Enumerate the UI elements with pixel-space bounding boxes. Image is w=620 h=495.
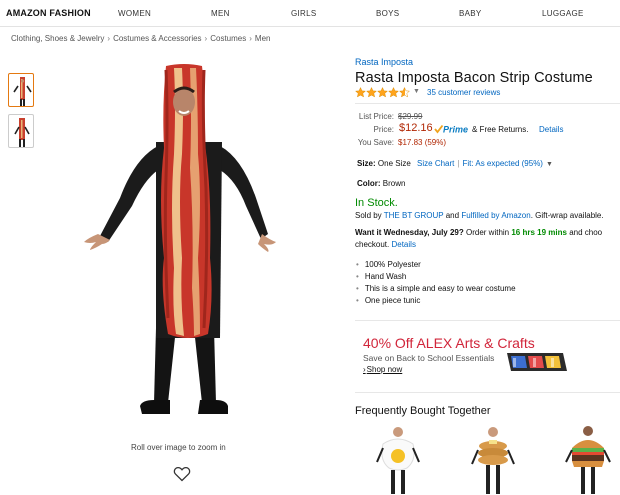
- star-icon: [388, 87, 399, 98]
- returns-details-link[interactable]: Details: [539, 125, 563, 134]
- nav-women[interactable]: WOMEN: [118, 9, 151, 18]
- brand-link[interactable]: Rasta Imposta: [355, 57, 413, 67]
- product-main-image[interactable]: [80, 58, 290, 428]
- nav-men[interactable]: MEN: [211, 9, 230, 18]
- size-label: Size:: [357, 159, 376, 168]
- separator: |: [457, 159, 460, 168]
- costume-thumbnail-image: [13, 77, 32, 106]
- sold-by-line: Sold by THE BT GROUP and Fulfilled by Am…: [355, 211, 604, 220]
- delivery-order: Order within: [466, 228, 510, 237]
- prime-badge-icon: Prime: [434, 125, 468, 135]
- divider: [355, 103, 620, 104]
- breadcrumb-costumes[interactable]: Costumes: [210, 34, 246, 43]
- rating-stars[interactable]: [355, 87, 410, 98]
- ad-product-image[interactable]: [505, 349, 567, 375]
- feature-bullet: • One piece tunic: [356, 296, 421, 305]
- nav-luggage[interactable]: LUGGAGE: [542, 9, 584, 18]
- customer-reviews-link[interactable]: 35 customer reviews: [427, 88, 500, 97]
- breadcrumb-separator: ›: [249, 34, 252, 43]
- nav-boys[interactable]: BOYS: [376, 9, 399, 18]
- delivery-countdown: 16 hrs 19 mins: [511, 228, 567, 237]
- size-value: One Size: [377, 159, 411, 168]
- breadcrumb-costumes-accessories[interactable]: Costumes & Accessories: [113, 34, 201, 43]
- fbt-egg-costume-image[interactable]: [373, 424, 423, 495]
- top-nav: AMAZON FASHION WOMEN MEN GIRLS BOYS BABY…: [0, 0, 620, 27]
- feature-bullet: • Hand Wash: [356, 272, 407, 281]
- star-icon: [377, 87, 388, 98]
- star-half-icon: [399, 87, 410, 98]
- size-chart-link[interactable]: Size Chart: [417, 159, 454, 168]
- delivery-info: Want it Wednesday, July 29? Order within…: [355, 227, 602, 251]
- delivery-want: Want it Wednesday, July 29?: [355, 228, 464, 237]
- chevron-down-icon[interactable]: ▼: [413, 88, 420, 95]
- thumbnail-side[interactable]: [8, 114, 34, 148]
- seller-link[interactable]: THE BT GROUP: [384, 211, 444, 220]
- feature-bullet: • This is a simple and easy to wear costu…: [356, 284, 516, 293]
- star-icon: [355, 87, 366, 98]
- stock-status: In Stock.: [355, 197, 398, 209]
- you-save-label: You Save:: [357, 138, 394, 147]
- fbt-pancake-costume-image[interactable]: [468, 424, 518, 495]
- breadcrumb-separator: ›: [204, 34, 208, 43]
- nav-girls[interactable]: GIRLS: [291, 9, 317, 18]
- breadcrumb: Clothing, Shoes & Jewelry › Costumes & Acc…: [11, 34, 270, 43]
- sold-by-prefix: Sold by: [355, 211, 382, 220]
- divider: [355, 392, 620, 393]
- ad-subtext: Save on Back to School Essentials: [363, 353, 495, 363]
- delivery-details-link[interactable]: Details: [391, 240, 415, 249]
- fulfilled-by-amazon-link[interactable]: Fulfilled by Amazon: [461, 211, 530, 220]
- list-price-value: $29.99: [398, 112, 423, 121]
- thumbnail-front[interactable]: [8, 73, 34, 107]
- sold-by-mid: and: [445, 211, 460, 220]
- feature-bullet: • 100% Polyester: [356, 260, 421, 269]
- amazon-fashion-logo[interactable]: AMAZON FASHION: [6, 8, 91, 18]
- zoom-hint: Roll over image to zoom in: [131, 443, 226, 452]
- shop-now-link[interactable]: ›Shop now: [363, 365, 402, 374]
- color-label: Color:: [357, 179, 381, 188]
- frequently-bought-title: Frequently Bought Together: [355, 405, 491, 417]
- prime-label: Prime: [443, 125, 468, 135]
- color-row: Color: Brown: [357, 179, 405, 188]
- savings-value: $17.83 (59%): [398, 138, 447, 147]
- nav-baby[interactable]: BABY: [459, 9, 482, 18]
- divider: [355, 320, 620, 321]
- breadcrumb-men[interactable]: Men: [255, 34, 271, 43]
- list-price-label: List Price:: [358, 112, 394, 121]
- fit-dropdown[interactable]: Fit: As expected (95%): [462, 159, 542, 168]
- color-value: Brown: [382, 179, 406, 188]
- breadcrumb-separator: ›: [107, 34, 111, 43]
- heart-outline-icon[interactable]: [173, 466, 191, 482]
- product-title: Rasta Imposta Bacon Strip Costume: [355, 70, 593, 86]
- breadcrumb-clothing[interactable]: Clothing, Shoes & Jewelry: [11, 34, 104, 43]
- sold-by-suffix: . Gift-wrap available.: [530, 211, 604, 220]
- price-label: Price:: [373, 125, 394, 134]
- star-icon: [366, 87, 377, 98]
- delivery-checkout: checkout.: [355, 240, 390, 249]
- delivery-and: and choo: [569, 228, 603, 237]
- fbt-burger-costume-image[interactable]: [563, 424, 613, 495]
- size-row: Size: One Size Size Chart | Fit: As expect…: [357, 159, 553, 168]
- price-value: $12.16: [399, 122, 433, 134]
- free-returns-text: & Free Returns.: [472, 125, 529, 134]
- feature-bullets: • 100% Polyester • Hand Wash • This is a si…: [356, 259, 516, 307]
- chevron-down-icon[interactable]: ▼: [546, 161, 553, 168]
- costume-thumbnail-image: [14, 118, 30, 147]
